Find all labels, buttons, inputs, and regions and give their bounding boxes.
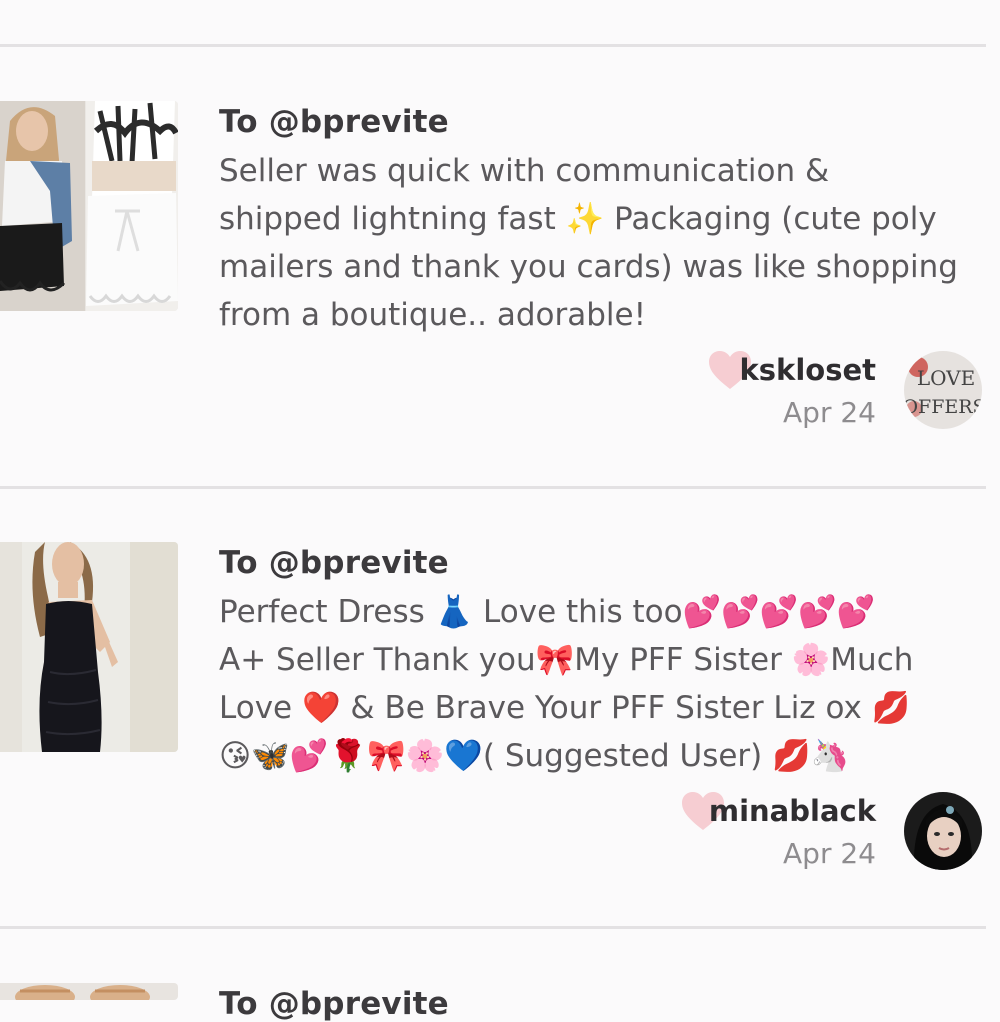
review-text-line: mailers and thank you cards) was like sh… [219,249,958,285]
review-text-line: A+ Seller Thank you🎀My PFF Sister 🌸Much [219,642,914,678]
divider [0,486,986,489]
review-date: Apr 24 [783,837,876,870]
review-text-line: 😘🦋💕🌹🎀🌸💙( Suggested User) 💋🦄 [219,738,850,774]
listing-thumbnail[interactable] [0,983,178,1000]
divider [0,926,986,929]
review-date: Apr 24 [783,396,876,429]
listing-thumbnail[interactable] [0,542,178,752]
listing-thumbnail[interactable] [0,101,178,311]
avatar[interactable] [904,792,982,870]
review-recipient[interactable]: To @bprevite [219,104,449,140]
review-text-line: Love ❤️ & Be Brave Your PFF Sister Liz o… [219,690,911,726]
review-text-line: from a boutique.. adorable! [219,297,647,333]
review-text-line: shipped lightning fast ✨ Packaging (cute… [219,201,937,237]
avatar-logo-text: OFFERS [904,396,982,418]
review-text: Perfect Dress 👗 Love this too💕💕💕💕💕 A+ Se… [219,588,989,780]
avatar[interactable]: LOVE OFFERS [904,351,982,429]
review-recipient[interactable]: To @bprevite [219,986,449,1022]
divider [0,44,986,47]
avatar-logo-text: LOVE [917,366,975,390]
review-text-line: Perfect Dress 👗 Love this too💕💕💕💕💕 [219,594,876,630]
review-recipient[interactable]: To @bprevite [219,545,449,581]
reviewer-username[interactable]: kskloset [740,353,877,387]
review-text-line: Seller was quick with communication & [219,153,830,189]
review-text: Seller was quick with communication & sh… [219,147,989,339]
reviewer-username[interactable]: minablack [709,794,876,828]
